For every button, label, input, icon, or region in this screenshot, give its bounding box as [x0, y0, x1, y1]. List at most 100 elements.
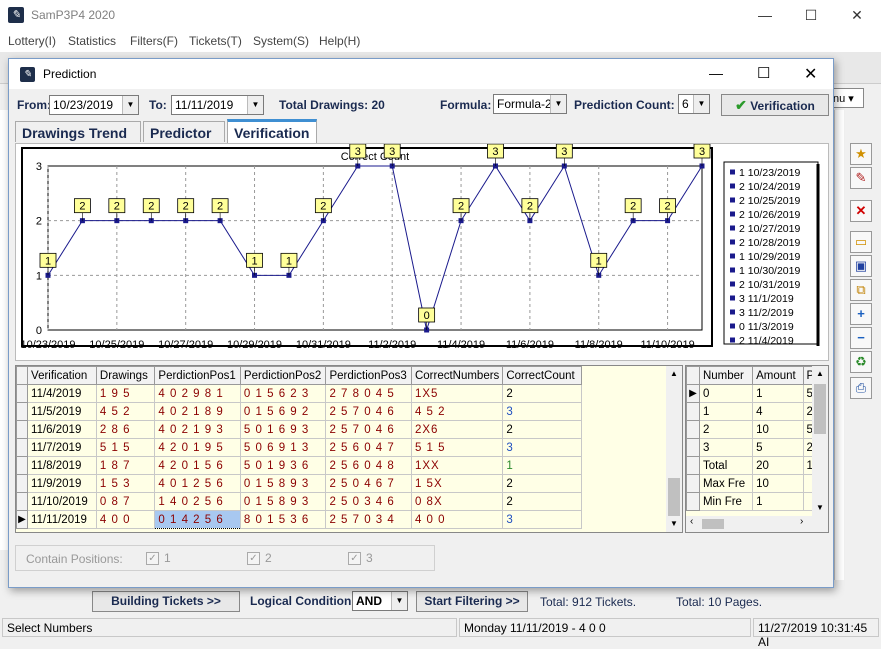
table-row[interactable]: 11/5/2019 4 5 24 0 2 1 8 90 1 5 6 9 22 5 …: [16, 402, 582, 421]
cell-drawing[interactable]: 5 1 5: [95, 438, 156, 457]
cell-correct-count[interactable]: 2: [502, 474, 582, 493]
building-tickets-button[interactable]: Building Tickets >>: [92, 591, 240, 612]
cell-correct-numbers[interactable]: 4 0 0: [410, 510, 504, 529]
cell-date[interactable]: 11/7/2019: [27, 438, 97, 457]
cell-pos1[interactable]: 4 2 0 1 9 5: [154, 438, 241, 457]
cell-pos2[interactable]: 0 1 5 8 9 3: [239, 474, 327, 493]
dialog-minimize-icon[interactable]: —: [709, 65, 723, 81]
cell-pos2[interactable]: 5 0 1 9 3 6: [239, 456, 327, 475]
delete-icon[interactable]: ✕: [850, 200, 872, 222]
verification-vscroll[interactable]: ▲ ▼: [666, 366, 682, 532]
row-indicator[interactable]: [16, 384, 29, 403]
col-drawings[interactable]: Drawings: [95, 366, 156, 385]
stats-vscroll[interactable]: ▲ ▼: [812, 366, 828, 516]
row-indicator[interactable]: [16, 492, 29, 511]
stats-row[interactable]: 1420.0: [686, 402, 828, 421]
cell-date[interactable]: 11/11/2019: [27, 510, 97, 529]
cell-pos2[interactable]: 5 0 1 6 9 3: [239, 420, 327, 439]
cell-correct-numbers[interactable]: 0 8X: [410, 492, 504, 511]
from-date-picker[interactable]: 10/23/2019 ▼: [49, 95, 139, 115]
cell-pos3[interactable]: 2 5 7 0 4 6: [325, 420, 412, 439]
cell-correct-numbers[interactable]: 1XX: [410, 456, 504, 475]
main-combo[interactable]: nu ▾: [830, 88, 864, 108]
maximize-button[interactable]: ☐: [788, 0, 834, 30]
cell-date[interactable]: 11/4/2019: [27, 384, 97, 403]
cell-correct-numbers[interactable]: 1X5: [410, 384, 504, 403]
to-date-picker[interactable]: 11/11/2019 ▼: [171, 95, 264, 115]
position-2-checkbox[interactable]: ✓: [247, 552, 260, 565]
add-icon[interactable]: +: [850, 303, 872, 325]
lottery-icon[interactable]: ★: [850, 143, 872, 165]
cell-drawing[interactable]: 0 8 7: [95, 492, 156, 511]
table-row[interactable]: 11/4/2019 1 9 54 0 2 9 8 10 1 5 6 2 32 7 …: [16, 384, 582, 403]
table-row[interactable]: 11/7/2019 5 1 54 2 0 1 9 55 0 6 9 1 32 5 …: [16, 438, 582, 457]
open-folder-icon[interactable]: ▭: [850, 231, 872, 253]
recycle-icon[interactable]: ♻: [850, 351, 872, 373]
position-1-checkbox[interactable]: ✓: [146, 552, 159, 565]
verification-button[interactable]: ✔ Verification: [721, 94, 829, 116]
row-indicator[interactable]: [16, 456, 29, 475]
save-icon[interactable]: ▣: [850, 255, 872, 277]
cell-date[interactable]: 11/5/2019: [27, 402, 97, 421]
menu-lottery[interactable]: Lottery(I): [8, 34, 56, 48]
stats-row[interactable]: 3525.0: [686, 438, 828, 457]
row-indicator[interactable]: ▶: [16, 510, 29, 529]
cell-drawing[interactable]: 1 8 7: [95, 456, 156, 475]
menu-filters[interactable]: Filters(F): [130, 34, 178, 48]
cell-pos2[interactable]: 8 0 1 5 3 6: [239, 510, 327, 529]
table-row[interactable]: 11/9/2019 1 5 34 0 1 2 5 60 1 5 8 9 32 5 …: [16, 474, 582, 493]
row-indicator[interactable]: [16, 402, 29, 421]
cell-date[interactable]: 11/8/2019: [27, 456, 97, 475]
stats-row[interactable]: ▶015.00: [686, 384, 828, 403]
copy-icon[interactable]: ⧉: [850, 279, 872, 301]
eraser-icon[interactable]: ✎: [850, 167, 872, 189]
cell-pos1[interactable]: 1 4 0 2 5 6: [154, 492, 241, 511]
cell-pos1[interactable]: 4 2 0 1 5 6: [154, 456, 241, 475]
cell-correct-numbers[interactable]: 5 1 5: [410, 438, 504, 457]
cell-drawing[interactable]: 4 5 2: [95, 402, 156, 421]
menu-tickets[interactable]: Tickets(T): [189, 34, 242, 48]
cell-pos1[interactable]: 4 0 2 1 9 3: [154, 420, 241, 439]
cell-correct-count[interactable]: 1: [502, 456, 582, 475]
formula-select[interactable]: Formula-2 ▼: [493, 94, 567, 114]
col-verification[interactable]: Verification: [27, 366, 97, 385]
tab-predictor[interactable]: Predictor: [143, 121, 225, 142]
col-correct-numbers[interactable]: CorrectNumbers: [410, 366, 504, 385]
cell-pos3[interactable]: 2 5 6 0 4 8: [325, 456, 412, 475]
cell-pos3[interactable]: 2 5 7 0 3 4: [325, 510, 412, 529]
cell-pos2[interactable]: 0 1 5 6 9 2: [239, 402, 327, 421]
row-indicator[interactable]: [16, 438, 29, 457]
cell-correct-count[interactable]: 3: [502, 438, 582, 457]
tab-verification[interactable]: Verification: [227, 119, 317, 143]
col-pos3[interactable]: PerdictionPos3: [325, 366, 412, 385]
cell-correct-count[interactable]: 3: [502, 402, 582, 421]
logical-condition-select[interactable]: AND ▼: [352, 591, 408, 611]
cell-pos3[interactable]: 2 5 7 0 4 6: [325, 402, 412, 421]
cell-drawing[interactable]: 4 0 0: [95, 510, 156, 529]
cell-pos1[interactable]: 4 0 1 2 5 6: [154, 474, 241, 493]
table-row[interactable]: 11/6/2019 2 8 64 0 2 1 9 35 0 1 6 9 32 5 …: [16, 420, 582, 439]
dialog-maximize-icon[interactable]: ☐: [757, 64, 770, 82]
table-row[interactable]: ▶ 11/11/2019 4 0 00 1 4 2 5 68 0 1 5 3 62 …: [16, 510, 582, 529]
cell-pos1[interactable]: 0 1 4 2 5 6: [154, 510, 241, 529]
menu-help[interactable]: Help(H): [319, 34, 360, 48]
cell-pos3[interactable]: 2 7 8 0 4 5: [325, 384, 412, 403]
cell-correct-numbers[interactable]: 4 5 2: [410, 402, 504, 421]
cell-pos2[interactable]: 0 1 5 6 2 3: [239, 384, 327, 403]
cell-date[interactable]: 11/9/2019: [27, 474, 97, 493]
prediction-count-select[interactable]: 6 ▼: [678, 94, 710, 114]
col-pos1[interactable]: PerdictionPos1: [154, 366, 241, 385]
stats-row[interactable]: 21050.0: [686, 420, 828, 439]
cell-pos2[interactable]: 0 1 5 8 9 3: [239, 492, 327, 511]
cell-drawing[interactable]: 1 9 5: [95, 384, 156, 403]
print-icon[interactable]: ⎙: [850, 377, 872, 399]
cell-correct-numbers[interactable]: 1 5X: [410, 474, 504, 493]
table-row[interactable]: 11/8/2019 1 8 74 2 0 1 5 65 0 1 9 3 62 5 …: [16, 456, 582, 475]
cell-correct-count[interactable]: 2: [502, 420, 582, 439]
stats-row[interactable]: Total20100: [686, 456, 828, 475]
remove-icon[interactable]: −: [850, 327, 872, 349]
menu-system[interactable]: System(S): [253, 34, 309, 48]
dialog-close-icon[interactable]: ✕: [804, 64, 817, 84]
cell-drawing[interactable]: 2 8 6: [95, 420, 156, 439]
cell-date[interactable]: 11/6/2019: [27, 420, 97, 439]
